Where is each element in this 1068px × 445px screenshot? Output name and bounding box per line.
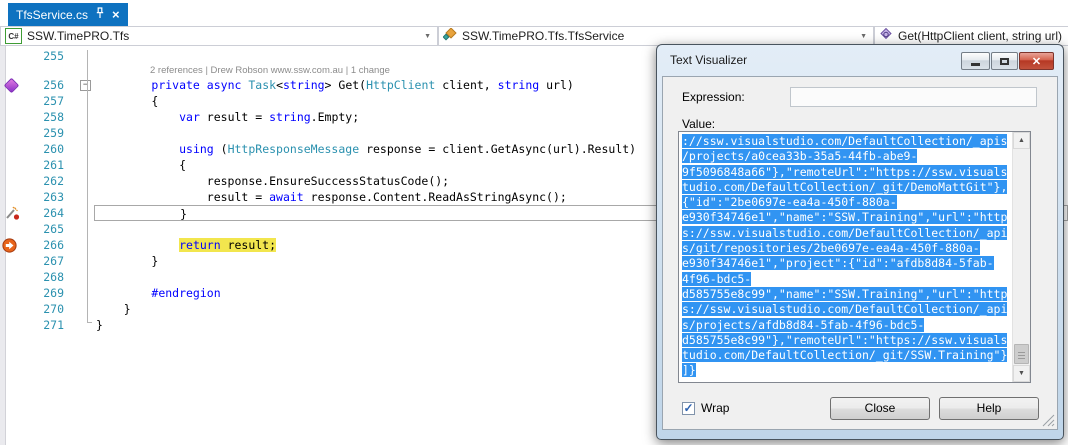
close-window-button[interactable]: ✕: [1019, 52, 1054, 70]
line-number: 257: [26, 93, 78, 109]
value-line: ://ssw.visualstudio.com/DefaultCollectio…: [682, 134, 1010, 149]
value-line: e930f34746e1","project":{"id":"afdb8d84-…: [682, 256, 1010, 271]
value-line: /projects/a0cea33b-35a5-44fb-abe9-: [682, 149, 1010, 164]
minimize-button[interactable]: [961, 52, 990, 70]
scrollbar-thumb[interactable]: [1014, 344, 1029, 364]
tab-bar: TfsService.cs ×: [0, 0, 1068, 26]
dialog-title-bar[interactable]: Text Visualizer ✕: [657, 45, 1063, 75]
line-number: 265: [26, 221, 78, 237]
tab-tfsservice[interactable]: TfsService.cs ×: [8, 3, 128, 26]
value-line: tudio.com/DefaultCollection/_git/SSW.Tra…: [682, 348, 1010, 363]
value-label: Value:: [682, 117, 715, 131]
value-line: s://ssw.visualstudio.com/DefaultCollecti…: [682, 226, 1010, 241]
line-number: 263: [26, 189, 78, 205]
close-icon[interactable]: ×: [112, 8, 120, 21]
line-number: 266: [26, 237, 78, 253]
expression-label: Expression:: [682, 90, 745, 104]
member-dropdown[interactable]: Get(HttpClient client, string url): [874, 26, 1068, 46]
fold-collapse-box[interactable]: −: [80, 80, 91, 91]
value-line: ]}: [682, 363, 1010, 378]
line-number: 255: [26, 48, 78, 64]
scroll-down-arrow-icon[interactable]: ▼: [1013, 365, 1030, 382]
minimize-icon: [971, 63, 980, 66]
csharp-project-icon: C#: [5, 28, 22, 44]
type-dropdown[interactable]: SSW.TimePRO.Tfs.TfsService ▼: [438, 26, 874, 46]
line-number: 258: [26, 109, 78, 125]
text-visualizer-dialog: Text Visualizer ✕ Expression: Value: ://…: [656, 44, 1064, 440]
resize-grip[interactable]: [1042, 414, 1055, 427]
value-line: tudio.com/DefaultCollection/_git/DemoMat…: [682, 180, 1010, 195]
wrap-checkbox-label: Wrap: [701, 401, 729, 415]
chevron-down-icon: ▼: [424, 33, 431, 40]
line-number: 267: [26, 253, 78, 269]
line-number: 264: [26, 205, 78, 221]
type-dropdown-label: SSW.TimePRO.Tfs.TfsService: [462, 29, 624, 43]
value-scrollbar[interactable]: ▲ ▼: [1012, 132, 1030, 382]
value-line: s/projects/afdb8d84-5fab-4f96-bdc5-: [682, 318, 1010, 333]
outline-guide-corner: [87, 322, 92, 323]
method-icon: [879, 28, 893, 45]
line-number: 259: [26, 125, 78, 141]
line-number: 271: [26, 317, 78, 333]
checkbox-check-icon: ✓: [682, 402, 695, 415]
scroll-up-arrow-icon[interactable]: ▲: [1013, 132, 1030, 149]
project-dropdown[interactable]: C# SSW.TimePRO.Tfs ▼: [0, 26, 438, 46]
help-button[interactable]: Help: [939, 397, 1039, 420]
value-line: d585755e8c99","name":"SSW.Training","url…: [682, 287, 1010, 302]
value-line: d585755e8c99"},"remoteUrl":"https://ssw.…: [682, 333, 1010, 348]
value-line: e930f34746e1","name":"SSW.Training","url…: [682, 210, 1010, 225]
value-line: 9f5096848a66"},"remoteUrl":"https://ssw.…: [682, 165, 1010, 180]
dialog-footer: ✓ Wrap Close Help: [682, 397, 1039, 421]
line-number: 269: [26, 285, 78, 301]
line-number: 256: [26, 77, 78, 93]
line-number: 261: [26, 157, 78, 173]
value-line: s/git/repositories/2be0697e-ea4a-450f-88…: [682, 241, 1010, 256]
maximize-icon: [1000, 58, 1009, 65]
wrap-checkbox[interactable]: ✓ Wrap: [682, 401, 729, 415]
project-dropdown-label: SSW.TimePRO.Tfs: [27, 29, 129, 43]
tab-title: TfsService.cs: [16, 8, 88, 22]
line-number: 260: [26, 141, 78, 157]
class-icon: [443, 28, 457, 45]
maximize-button[interactable]: [991, 52, 1018, 70]
value-line: s://ssw.visualstudio.com/DefaultCollecti…: [682, 302, 1010, 317]
dialog-body: Expression: Value: ://ssw.visualstudio.c…: [662, 76, 1058, 430]
line-number: 268: [26, 269, 78, 285]
edit-pencil-icon: [4, 205, 21, 221]
line-number: 270: [26, 301, 78, 317]
member-dropdown-label: Get(HttpClient client, string url): [898, 29, 1062, 43]
close-window-icon: ✕: [1032, 55, 1041, 68]
visual-studio-window: TfsService.cs × C# SSW.TimePRO.Tfs ▼ SSW…: [0, 0, 1068, 445]
expression-input[interactable]: [790, 87, 1037, 107]
outline-guide-line: [87, 50, 88, 322]
line-number: 262: [26, 173, 78, 189]
chevron-down-icon: ▼: [860, 33, 867, 40]
value-textarea[interactable]: ://ssw.visualstudio.com/DefaultCollectio…: [678, 131, 1031, 383]
value-line: {"id":"2be0697e-ea4a-450f-880a-: [682, 195, 1010, 210]
dialog-title: Text Visualizer: [670, 53, 747, 67]
value-text: ://ssw.visualstudio.com/DefaultCollectio…: [682, 134, 1010, 379]
pin-icon[interactable]: [95, 7, 105, 22]
bookmark-icon: [4, 78, 20, 94]
value-line: 4f96-bdc5-: [682, 272, 1010, 287]
breakpoint-arrow-icon: [2, 238, 17, 253]
close-button[interactable]: Close: [830, 397, 930, 420]
